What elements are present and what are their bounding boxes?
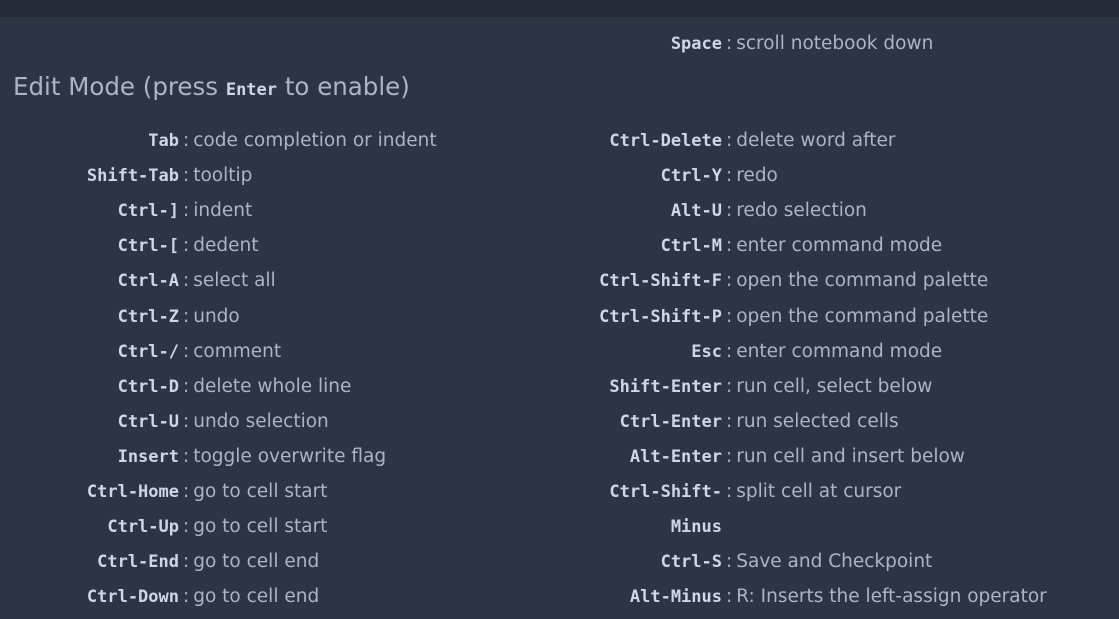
shortcut-desc: enter command mode (736, 341, 943, 362)
shortcut-key: Ctrl-Shift-F (599, 270, 722, 291)
section-title-edit-mode: Edit Mode (press Enter to enable) (13, 72, 410, 101)
shortcut-desc: Save and Checkpoint (736, 551, 933, 572)
shortcut-desc: run cell and insert below (736, 446, 965, 467)
shortcut-row: Alt-Minus: R: Inserts the left-assign ope… (0, 579, 1047, 614)
shortcut-row: Ctrl-Y: redo (0, 158, 778, 193)
shortcut-desc: run selected cells (736, 411, 899, 432)
shortcut-desc: delete word after (736, 130, 896, 151)
top-bar (0, 0, 1119, 17)
shortcut-desc: open the command palette (736, 306, 989, 327)
separator: : (726, 235, 733, 256)
separator: : (726, 341, 733, 362)
shortcut-row: Ctrl-Enter: run selected cells (0, 404, 899, 439)
shortcut-desc: run cell, select below (736, 376, 933, 397)
separator: : (726, 165, 733, 186)
separator: : (726, 306, 733, 327)
shortcut-key: Alt-Enter (629, 446, 722, 467)
shortcut-key: Ctrl-Delete (609, 130, 722, 151)
title-suffix: to enable) (284, 72, 410, 101)
shortcut-key: Ctrl-Enter (619, 411, 722, 432)
shortcut-row: Ctrl-S: Save and Checkpoint (0, 544, 933, 579)
shortcut-desc: open the command palette (736, 270, 989, 291)
shortcut-row-continuation: Minus (0, 509, 722, 544)
separator: : (726, 551, 733, 572)
separator: : (726, 411, 733, 432)
separator: : (726, 376, 733, 397)
shortcut-key: Alt-U (670, 200, 722, 221)
shortcut-row: Ctrl-Shift-P: open the command palette (0, 299, 988, 334)
shortcut-desc: scroll notebook down (736, 33, 934, 54)
shortcut-key: Ctrl-S (660, 551, 722, 572)
shortcut-row: Ctrl-Shift-F: open the command palette (0, 263, 988, 298)
shortcut-key: Ctrl-Shift- (609, 481, 722, 502)
separator: : (726, 481, 733, 502)
shortcut-key: Ctrl-M (660, 235, 722, 256)
shortcut-row: Alt-Enter: run cell and insert below (0, 439, 965, 474)
title-prefix: Edit Mode (press (13, 72, 219, 101)
shortcut-desc: R: Inserts the left-assign operator (736, 586, 1047, 607)
shortcut-key: Esc (691, 341, 722, 362)
shortcut-key: Minus (670, 516, 722, 537)
shortcut-row: Ctrl-Shift-: split cell at cursor (0, 474, 901, 509)
shortcut-key: Alt-Minus (629, 586, 722, 607)
separator: : (726, 586, 733, 607)
shortcut-row: Ctrl-Delete: delete word after (0, 123, 896, 158)
separator: : (726, 446, 733, 467)
shortcut-key: Ctrl-Y (660, 165, 722, 186)
shortcut-row: Space : scroll notebook down (0, 26, 933, 61)
shortcut-desc: enter command mode (736, 235, 943, 256)
shortcut-row: Esc: enter command mode (0, 334, 942, 369)
shortcut-desc: redo (736, 165, 778, 186)
shortcut-desc: split cell at cursor (736, 481, 902, 502)
separator: : (726, 33, 733, 54)
separator: : (726, 200, 733, 221)
separator: : (726, 130, 733, 151)
shortcut-key: Ctrl-Shift-P (599, 306, 722, 327)
separator: : (726, 270, 733, 291)
shortcut-desc: redo selection (736, 200, 867, 221)
shortcut-key: Space (670, 33, 722, 54)
shortcut-row: Shift-Enter: run cell, select below (0, 369, 932, 404)
shortcut-row: Ctrl-M: enter command mode (0, 228, 943, 263)
shortcut-key: Shift-Enter (609, 376, 722, 397)
shortcut-row: Alt-U: redo selection (0, 193, 867, 228)
title-key: Enter (225, 80, 278, 100)
